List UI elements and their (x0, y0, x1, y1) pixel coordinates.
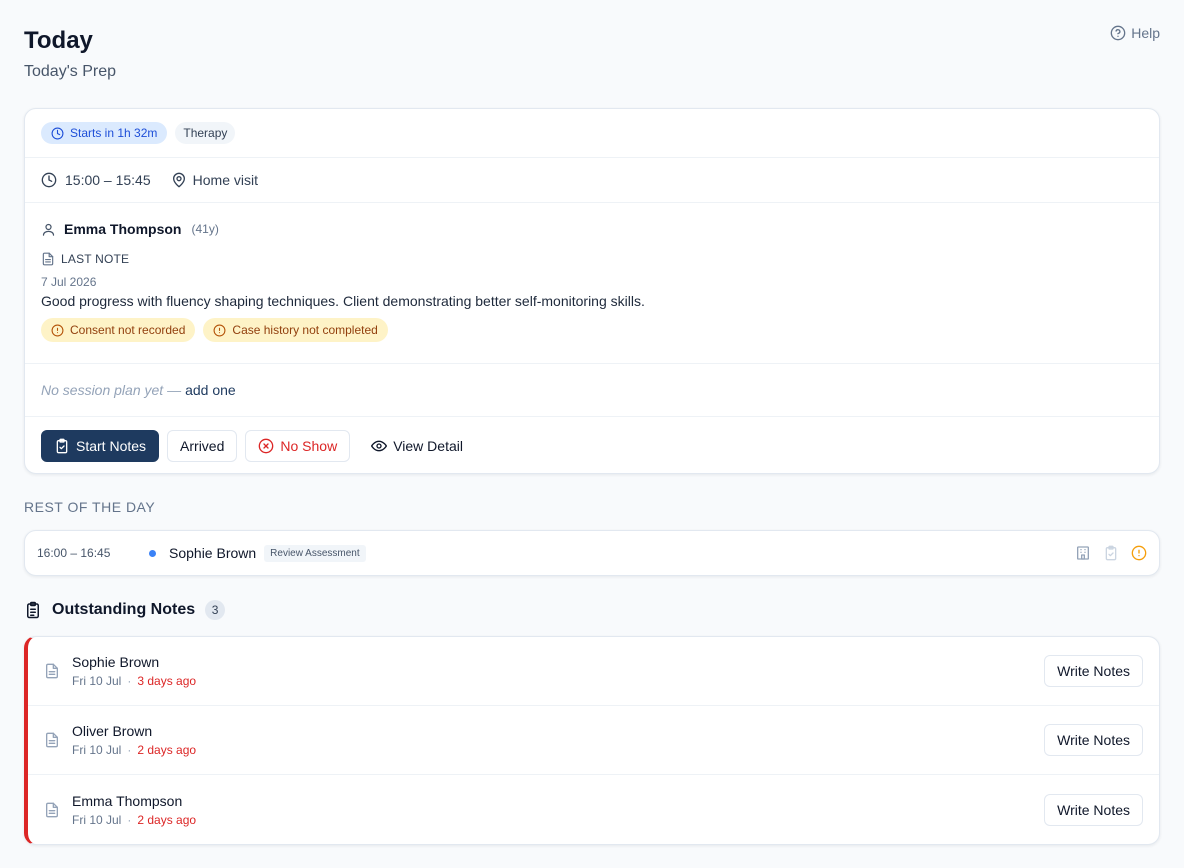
note-meta: Fri 10 Jul · 2 days ago (72, 743, 196, 757)
session-location-text: Home visit (192, 172, 258, 188)
file-text-icon (42, 252, 54, 266)
write-notes-button[interactable]: Write Notes (1044, 793, 1143, 826)
no-show-label: No Show (280, 437, 338, 454)
client-name[interactable]: Emma Thompson (64, 221, 181, 237)
view-detail-label: View Detail (393, 437, 463, 454)
note-info: Emma Thompson Fri 10 Jul · 2 days ago (72, 793, 196, 827)
clipboard-check-icon (56, 438, 68, 453)
client-line: Emma Thompson (41y) (41, 221, 219, 237)
outstanding-count-badge: 3 (205, 600, 226, 620)
no-show-button[interactable]: No Show (245, 429, 351, 462)
view-detail-button[interactable]: View Detail (358, 430, 476, 462)
add-plan-link[interactable]: add one (185, 382, 236, 398)
page-header: Today Today's Prep Help (24, 0, 1160, 108)
session-type-badge: Therapy (175, 122, 236, 144)
clipboard-icon (1105, 545, 1117, 561)
help-button[interactable]: Help (1110, 25, 1160, 41)
note-info: Oliver Brown Fri 10 Jul · 2 days ago (72, 723, 196, 757)
meta-separator: · (127, 743, 132, 757)
note-date: Fri 10 Jul (72, 812, 122, 827)
list-item: Emma Thompson Fri 10 Jul · 2 days ago Writ… (28, 775, 1159, 844)
building-icon (1077, 546, 1089, 560)
clock-icon (41, 172, 57, 188)
note-date: Fri 10 Jul (72, 674, 122, 688)
list-item: Sophie Brown Fri 10 Jul · 3 days ago Write… (28, 637, 1159, 706)
write-notes-button[interactable]: Write Notes (1044, 655, 1143, 687)
alert-circle-icon (51, 324, 64, 336)
consent-warning-badge[interactable]: Consent not recorded (41, 318, 196, 342)
note-info: Sophie Brown Fri 10 Jul · 3 days ago (72, 654, 196, 688)
starts-in-badge: Starts in 1h 32m (41, 122, 168, 144)
rest-item-tag: Review Assessment (264, 544, 366, 562)
meta-separator: · (127, 674, 132, 688)
outstanding-notes-title: Outstanding Notes (52, 601, 196, 618)
user-icon (42, 223, 55, 236)
note-client-name: Oliver Brown (72, 723, 153, 739)
note-date: Fri 10 Jul (72, 743, 122, 757)
no-plan-text: No session plan yet — (41, 382, 182, 398)
file-text-icon (46, 732, 58, 748)
note-overdue: 3 days ago (137, 674, 197, 688)
last-note-label-text: LAST NOTE (61, 252, 130, 266)
meta-separator: · (127, 812, 132, 827)
clipboard-list-icon (27, 601, 39, 619)
page-title: Today (24, 27, 93, 54)
session-time-range: 15:00 – 15:45 (65, 172, 151, 188)
session-time-row: 15:00 – 15:45 Home visit (25, 158, 1159, 203)
page: Today Today's Prep Help Starts in 1h 32m… (24, 0, 1160, 845)
rest-of-day-item[interactable]: 16:00 – 16:45 Sophie Brown Review Assess… (24, 530, 1160, 576)
consent-warning-text: Consent not recorded (70, 323, 186, 337)
case-history-warning-text: Case history not completed (232, 323, 378, 337)
outstanding-notes-list: Sophie Brown Fri 10 Jul · 3 days ago Write… (24, 636, 1160, 845)
start-notes-button[interactable]: Start Notes (41, 429, 160, 462)
x-circle-icon (259, 438, 274, 453)
arrived-button[interactable]: Arrived (167, 429, 238, 462)
alert-circle-icon (1131, 545, 1147, 561)
session-client-row: Emma Thompson (41y) LAST NOTE 7 Jul 2026… (25, 203, 1159, 364)
case-history-warning-badge[interactable]: Case history not completed (203, 318, 388, 342)
alert-circle-icon (213, 324, 226, 336)
last-note-label: LAST NOTE (41, 252, 129, 266)
rest-item-name: Sophie Brown (169, 545, 257, 561)
session-warnings: Consent not recorded Case history not co… (41, 318, 388, 342)
session-location: Home visit (171, 172, 258, 188)
file-text-icon (46, 663, 58, 679)
list-item: Oliver Brown Fri 10 Jul · 2 days ago Write… (28, 706, 1159, 775)
last-note-text: Good progress with fluency shaping techn… (41, 293, 645, 309)
status-dot (149, 549, 156, 557)
eye-icon (371, 440, 388, 451)
session-plan-row: No session plan yet — add one (25, 364, 1159, 417)
map-pin-icon (172, 172, 185, 188)
help-circle-icon (1110, 25, 1126, 41)
note-meta: Fri 10 Jul · 2 days ago (72, 813, 196, 827)
outstanding-notes-header: Outstanding Notes 3 (24, 600, 226, 620)
page-subtitle: Today's Prep (24, 63, 116, 80)
session-actions: Start Notes Arrived No Show View Detail (25, 417, 1159, 474)
next-session-card: Starts in 1h 32m Therapy 15:00 – 15:45 H… (24, 108, 1160, 474)
note-client-name: Emma Thompson (72, 792, 183, 809)
rest-item-icons (1075, 545, 1147, 561)
start-notes-label: Start Notes (76, 437, 147, 454)
write-notes-button[interactable]: Write Notes (1044, 724, 1143, 756)
clock-icon (51, 127, 64, 139)
client-age: (41y) (191, 222, 219, 236)
file-text-icon (46, 802, 58, 817)
rest-of-day-label: REST OF THE DAY (24, 499, 156, 515)
session-badges: Starts in 1h 32m Therapy (25, 109, 1159, 158)
help-label: Help (1131, 25, 1160, 41)
starts-in-text: Starts in 1h 32m (70, 126, 158, 140)
rest-item-time: 16:00 – 16:45 (37, 546, 111, 560)
last-note-date: 7 Jul 2026 (41, 275, 97, 289)
note-overdue: 2 days ago (137, 812, 197, 827)
note-meta: Fri 10 Jul · 3 days ago (72, 674, 196, 688)
note-client-name: Sophie Brown (72, 654, 160, 670)
note-overdue: 2 days ago (137, 743, 197, 757)
